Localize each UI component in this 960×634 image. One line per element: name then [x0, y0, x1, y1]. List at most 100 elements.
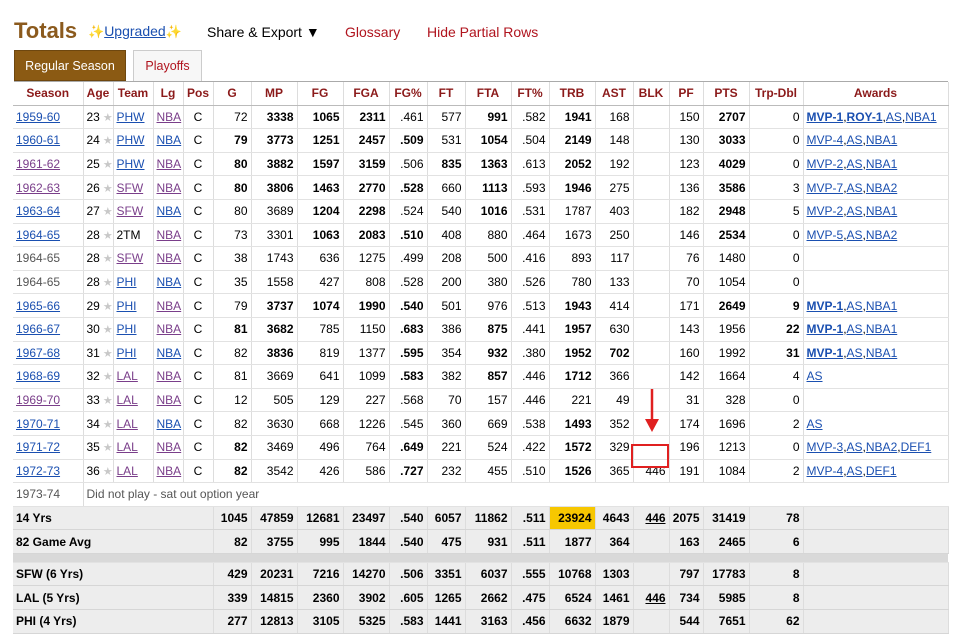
column-header[interactable]: FGA [343, 82, 390, 106]
season-link[interactable]: 1963-64 [16, 204, 60, 218]
league-link[interactable]: NBA [157, 228, 182, 242]
season-link[interactable]: 1964-65 [16, 251, 60, 265]
league-cell[interactable]: NBA [153, 128, 184, 153]
league-link[interactable]: NBA [157, 204, 182, 218]
team-cell[interactable]: SFW [113, 246, 154, 271]
award-link[interactable]: AS [807, 369, 823, 383]
team-link[interactable]: PHI [117, 346, 137, 360]
team-link[interactable]: LAL [117, 440, 138, 454]
season-cell[interactable]: 1962-63 [13, 175, 84, 200]
league-cell[interactable]: NBA [153, 152, 184, 177]
team-cell[interactable]: PHW [113, 105, 154, 130]
star-icon[interactable]: ★ [103, 230, 112, 242]
column-header[interactable]: Lg [153, 82, 184, 106]
season-link[interactable]: 1959-60 [16, 110, 60, 124]
team-cell[interactable]: PHI [113, 317, 154, 342]
awards-cell[interactable]: MVP-7,AS,NBA2 [803, 175, 949, 200]
league-link[interactable]: NBA [157, 181, 182, 195]
season-link[interactable]: 1960-61 [16, 133, 60, 147]
award-link[interactable]: NBA1 [866, 157, 897, 171]
season-cell[interactable]: 1969-70 [13, 388, 84, 413]
awards-cell[interactable]: MVP-1,AS,NBA1 [803, 293, 949, 318]
column-header[interactable]: Trp-Dbl [749, 82, 804, 106]
star-icon[interactable]: ★ [103, 348, 112, 360]
award-link[interactable]: AS [847, 157, 863, 171]
season-link[interactable]: 1970-71 [16, 417, 60, 431]
award-link[interactable]: MVP-5 [807, 228, 844, 242]
team-link[interactable]: SFW [117, 181, 144, 195]
season-link[interactable]: 1972-73 [16, 464, 60, 478]
team-link[interactable]: LAL [117, 464, 138, 478]
season-cell[interactable]: 1959-60 [13, 105, 84, 130]
column-header[interactable]: Season [13, 82, 84, 106]
team-cell[interactable]: LAL [113, 388, 154, 413]
league-cell[interactable]: NBA [153, 246, 184, 271]
season-link[interactable]: 1962-63 [16, 181, 60, 195]
awards-cell[interactable]: MVP-3,AS,NBA2,DEF1 [803, 435, 949, 460]
star-icon[interactable]: ★ [103, 466, 112, 478]
column-header[interactable]: Awards [803, 82, 949, 106]
season-cell[interactable]: 1964-65 [13, 223, 84, 248]
award-link[interactable]: AS [886, 110, 902, 124]
season-link[interactable]: 1964-65 [16, 228, 60, 242]
league-link[interactable]: NBA [157, 251, 182, 265]
league-cell[interactable]: NBA [153, 175, 184, 200]
upgraded-link[interactable]: Upgraded [104, 23, 166, 39]
awards-cell[interactable]: MVP-5,AS,NBA2 [803, 223, 949, 248]
season-link[interactable]: 1964-65 [16, 275, 60, 289]
league-link[interactable]: NBA [157, 393, 182, 407]
award-link[interactable]: MVP-1 [807, 346, 844, 360]
season-cell[interactable]: 1966-67 [13, 317, 84, 342]
league-link[interactable]: NBA [157, 110, 182, 124]
award-link[interactable]: AS [847, 299, 863, 313]
column-header[interactable]: Age [83, 82, 114, 106]
column-header[interactable]: FG% [389, 82, 428, 106]
league-cell[interactable]: NBA [153, 105, 184, 130]
team-link[interactable]: PHW [117, 157, 145, 171]
award-link[interactable]: MVP-7 [807, 181, 844, 195]
star-icon[interactable]: ★ [103, 112, 112, 124]
star-icon[interactable]: ★ [103, 206, 112, 218]
awards-cell[interactable]: MVP-2,AS,NBA1 [803, 199, 949, 224]
team-cell[interactable]: PHI [113, 293, 154, 318]
team-cell[interactable]: LAL [113, 459, 154, 484]
league-link[interactable]: NBA [157, 346, 182, 360]
upgraded-badge[interactable]: ✨Upgraded✨ [88, 23, 182, 40]
team-link[interactable]: LAL [117, 393, 138, 407]
league-link[interactable]: NBA [157, 322, 182, 336]
hide-partial-rows-link[interactable]: Hide Partial Rows [427, 24, 538, 40]
column-header[interactable]: FTA [465, 82, 512, 106]
season-link[interactable]: 1968-69 [16, 369, 60, 383]
league-cell[interactable]: NBA [153, 364, 184, 389]
season-cell[interactable]: 1972-73 [13, 459, 84, 484]
season-cell[interactable]: 1968-69 [13, 364, 84, 389]
star-icon[interactable]: ★ [103, 442, 112, 454]
league-link[interactable]: NBA [157, 369, 182, 383]
award-link[interactable]: MVP-1 [807, 299, 844, 313]
team-link[interactable]: PHW [117, 110, 145, 124]
league-cell[interactable]: NBA [153, 293, 184, 318]
team-cell[interactable]: PHI [113, 341, 154, 366]
star-icon[interactable]: ★ [103, 301, 112, 313]
column-header[interactable]: PF [669, 82, 704, 106]
award-link[interactable]: NBA1 [866, 346, 897, 360]
award-link[interactable]: NBA1 [866, 133, 897, 147]
team-link[interactable]: LAL [117, 369, 138, 383]
award-link[interactable]: MVP-1 [807, 322, 844, 336]
award-link[interactable]: MVP-1 [807, 110, 844, 124]
awards-cell[interactable]: MVP-4,AS,NBA1 [803, 128, 949, 153]
awards-cell[interactable]: MVP-1,AS,NBA1 [803, 341, 949, 366]
award-link[interactable]: AS [847, 181, 863, 195]
award-link[interactable]: NBA1 [866, 204, 897, 218]
season-cell[interactable]: 1960-61 [13, 128, 84, 153]
season-cell[interactable]: 1970-71 [13, 411, 84, 436]
column-header[interactable]: Team [113, 82, 154, 106]
award-link[interactable]: AS [847, 204, 863, 218]
column-header[interactable]: MP [251, 82, 298, 106]
season-link[interactable]: 1971-72 [16, 440, 60, 454]
share-export-menu[interactable]: Share & Export ▼ [207, 24, 320, 40]
award-link[interactable]: MVP-4 [807, 464, 844, 478]
award-link[interactable]: DEF1 [901, 440, 932, 454]
team-link[interactable]: PHI [117, 275, 137, 289]
season-cell[interactable]: 1967-68 [13, 341, 84, 366]
